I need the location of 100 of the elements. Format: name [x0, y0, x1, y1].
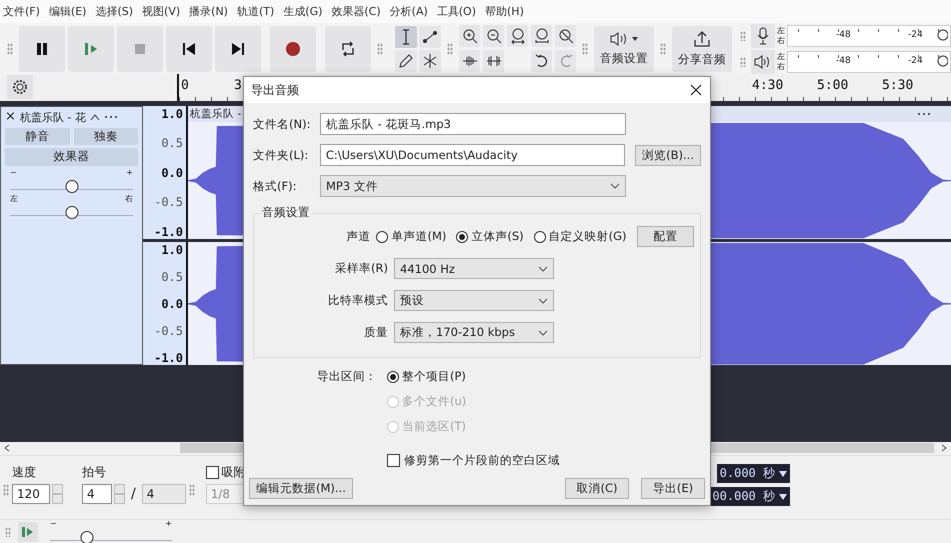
- trim-checkbox[interactable]: [387, 454, 400, 467]
- effects-button[interactable]: 效果器: [5, 148, 138, 166]
- close-icon[interactable]: [690, 84, 702, 96]
- menu-item[interactable]: 播录(N): [189, 4, 228, 20]
- slider-thumb[interactable]: [936, 28, 948, 42]
- grip-handle[interactable]: [582, 42, 588, 55]
- trim-icon: [462, 55, 478, 68]
- more-icon[interactable]: [917, 110, 931, 117]
- grip-handle[interactable]: [5, 526, 11, 536]
- trim-button[interactable]: [459, 50, 480, 72]
- ruler-label: 0: [181, 78, 189, 94]
- beats-field[interactable]: 4: [82, 484, 112, 504]
- time-display[interactable]: 00.000 秒: [709, 487, 790, 506]
- undo-button[interactable]: [531, 50, 552, 72]
- slider-thumb[interactable]: [80, 531, 94, 543]
- tempo-field[interactable]: 120: [12, 484, 50, 504]
- envelope-tool[interactable]: [419, 26, 441, 48]
- zoom-in-icon: [462, 28, 478, 44]
- slider-thumb[interactable]: [65, 180, 78, 193]
- radio-button[interactable]: [534, 230, 546, 242]
- snap-checkbox[interactable]: [206, 466, 219, 480]
- browse-button[interactable]: 浏览(B)...: [635, 144, 701, 166]
- track-name[interactable]: 杭盖乐队 - 花: [20, 110, 86, 125]
- zoom-toggle-button[interactable]: [555, 25, 576, 48]
- menu-item[interactable]: 轨道(T): [236, 4, 274, 20]
- grip-handle[interactable]: [740, 56, 746, 67]
- text-field[interactable]: 杭盖乐队 - 花斑马.mp3: [320, 113, 626, 135]
- menu-item[interactable]: 生成(G): [283, 4, 322, 20]
- menu-item[interactable]: 编辑(E): [48, 4, 86, 20]
- scroll-left-icon[interactable]: [4, 444, 10, 452]
- slider-max-label: +: [126, 168, 133, 177]
- field-label: 文件夹(L):: [253, 148, 310, 162]
- grip-handle[interactable]: [188, 484, 195, 496]
- grip-handle[interactable]: [3, 484, 9, 496]
- scale-label: 0.0: [161, 166, 183, 180]
- scale-label: 0.5: [161, 137, 183, 150]
- skip-start-button[interactable]: [166, 26, 212, 72]
- play-icon: [84, 42, 98, 56]
- menu-item[interactable]: 分析(A): [390, 4, 428, 20]
- select-tool[interactable]: [395, 26, 417, 48]
- slider-thumb[interactable]: [936, 54, 948, 68]
- dropdown[interactable]: 预设: [394, 290, 554, 311]
- scroll-right-icon[interactable]: [941, 444, 947, 452]
- close-icon[interactable]: ×: [5, 111, 16, 124]
- text-field[interactable]: C:\Users\XU\Documents\Audacity: [320, 144, 626, 166]
- menu-item[interactable]: 选择(S): [95, 4, 134, 20]
- pause-icon: [35, 42, 49, 56]
- play-at-speed-button[interactable]: [18, 522, 38, 542]
- draw-tool[interactable]: [395, 50, 417, 72]
- menu-item[interactable]: 效果器(C): [331, 4, 381, 20]
- silence-button[interactable]: [483, 50, 504, 72]
- beat-unit-dropdown[interactable]: 4: [142, 484, 186, 504]
- settings-button[interactable]: [7, 75, 33, 100]
- time-display[interactable]: 0.000 秒: [716, 464, 790, 484]
- zoom-out-button[interactable]: [483, 25, 504, 48]
- export-button[interactable]: 导出(E): [641, 478, 705, 499]
- zoom-in-button[interactable]: [459, 25, 480, 48]
- fit-project-button[interactable]: [531, 25, 552, 48]
- radio-label: 自定义映射(G): [548, 229, 627, 244]
- slider-thumb[interactable]: [65, 206, 78, 219]
- solo-button[interactable]: 独奏: [74, 128, 138, 145]
- skip-end-button[interactable]: [215, 26, 261, 72]
- chevron-down-icon: [610, 183, 620, 189]
- format-dropdown[interactable]: MP3 文件: [320, 175, 626, 197]
- speaker-button[interactable]: [751, 50, 775, 74]
- grip-handle[interactable]: [740, 30, 746, 41]
- radio-label: 立体声(S): [471, 229, 524, 244]
- menu-item[interactable]: 文件(F): [3, 4, 40, 20]
- radio-button[interactable]: [456, 230, 468, 242]
- stop-icon: [133, 42, 147, 56]
- slash-text: /: [131, 486, 136, 502]
- scale-label: -1.0: [154, 352, 183, 366]
- skip-end-icon: [231, 42, 245, 56]
- pause-button[interactable]: [19, 26, 65, 72]
- radio-label: 单声道(M): [391, 229, 446, 244]
- grip-handle[interactable]: [447, 42, 453, 55]
- multi-tool[interactable]: [419, 50, 441, 72]
- record-button[interactable]: [270, 26, 316, 72]
- cancel-button[interactable]: 取消(C): [565, 478, 629, 499]
- checkbox-label: 修剪第一个片段前的空白区域: [404, 453, 560, 468]
- grip-handle[interactable]: [377, 42, 383, 55]
- radio-button[interactable]: [387, 370, 399, 382]
- more-icon[interactable]: [104, 114, 118, 120]
- dropdown[interactable]: 44100 Hz: [394, 258, 554, 279]
- radio-label: 多个文件(u): [402, 394, 466, 409]
- menu-item[interactable]: 帮助(H): [485, 4, 524, 20]
- grip-handle[interactable]: [7, 42, 13, 55]
- menu-item[interactable]: 工具(O): [436, 4, 476, 20]
- mute-button[interactable]: 静音: [5, 128, 70, 145]
- grip-handle[interactable]: [660, 42, 666, 55]
- dropdown[interactable]: 标准，170-210 kbps: [394, 322, 554, 343]
- edit-metadata-button[interactable]: 编辑元数据(M)...: [249, 478, 353, 499]
- radio-button[interactable]: [376, 230, 388, 242]
- microphone-button[interactable]: [751, 24, 775, 48]
- share-audio-button[interactable]: 分享音频: [672, 26, 732, 72]
- collapse-icon[interactable]: [90, 113, 100, 122]
- audio-setup-button[interactable]: 音频设置: [594, 26, 654, 72]
- fit-selection-button[interactable]: [507, 25, 528, 48]
- menu-item[interactable]: 视图(V): [142, 4, 180, 20]
- configure-button[interactable]: 配置: [636, 226, 694, 247]
